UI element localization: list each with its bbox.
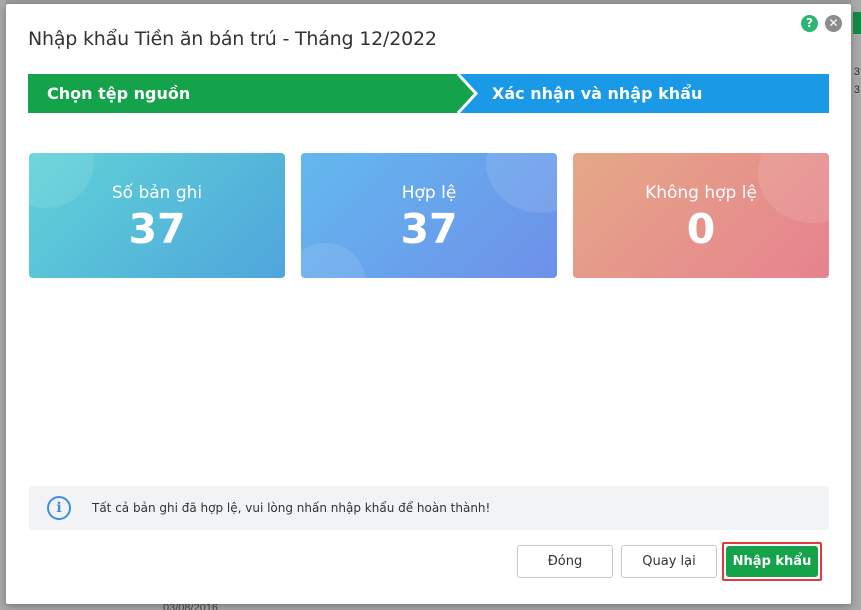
stat-card-invalid: Không hợp lệ 0 (573, 153, 829, 278)
step-choose-source: Chọn tệp nguồn (47, 84, 191, 103)
stat-card-total: Số bản ghi 37 (29, 153, 285, 278)
stat-label-valid: Hợp lệ (401, 183, 457, 203)
stat-label-invalid: Không hợp lệ (645, 183, 757, 203)
background-green-button (853, 12, 861, 34)
step-progress: Chọn tệp nguồn Xác nhận và nhập khẩu (28, 74, 829, 113)
info-message-bar: i Tất cả bản ghi đã hợp lệ, vui lòng nhấ… (29, 486, 829, 530)
stat-value-valid: 37 (400, 205, 458, 253)
info-icon: i (47, 496, 71, 520)
close-icon[interactable]: ✕ (825, 15, 842, 32)
import-button[interactable]: Nhập khẩu (726, 546, 818, 577)
close-button[interactable]: Đóng (517, 545, 613, 578)
back-button[interactable]: Quay lại (621, 545, 717, 578)
stat-card-valid: Hợp lệ 37 (301, 153, 557, 278)
background-value: 3 (853, 66, 860, 78)
info-message: Tất cả bản ghi đã hợp lệ, vui lòng nhấn … (92, 501, 491, 515)
stat-label-total: Số bản ghi (111, 183, 203, 203)
background-value: 3 (853, 84, 860, 96)
stat-value-total: 37 (128, 205, 186, 253)
stat-value-invalid: 0 (686, 205, 716, 253)
dialog-title: Nhập khẩu Tiền ăn bán trú - Tháng 12/202… (28, 28, 437, 50)
import-dialog: Nhập khẩu Tiền ăn bán trú - Tháng 12/202… (6, 4, 851, 604)
help-icon[interactable]: ? (801, 15, 818, 32)
step-confirm-import: Xác nhận và nhập khẩu (492, 84, 703, 103)
